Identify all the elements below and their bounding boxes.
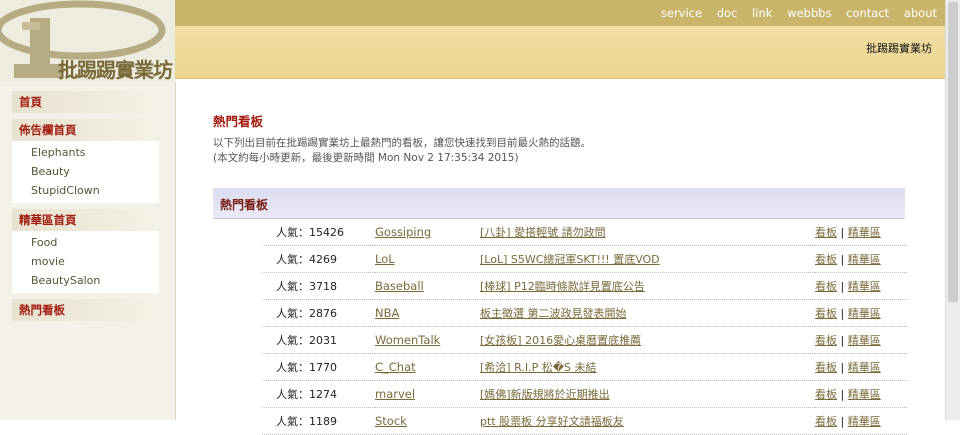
sidebar-item-beautysalon[interactable]: BeautySalon xyxy=(12,271,159,290)
page-title: 熱門看板 xyxy=(213,114,264,129)
digest-link[interactable]: 精華區 xyxy=(848,280,881,293)
board-name-link[interactable]: LoL xyxy=(375,252,395,266)
nav-link-contact[interactable]: contact xyxy=(846,6,889,20)
separator: | xyxy=(840,280,845,293)
separator: | xyxy=(840,415,845,428)
main-content: 熱門看板 以下列出目前在批踢踢實業坊上最熱門的看板，讓您快速找到目前最火熱的話題… xyxy=(176,82,945,435)
board-name-link[interactable]: NBA xyxy=(375,306,399,320)
board-row: 人氣：4269 LoL [LoL] S5WC總冠軍SKT!!! 置底VOD 看板 | … xyxy=(262,245,907,273)
sidebar-digest-index[interactable]: 精華區首頁 xyxy=(12,209,159,231)
separator: | xyxy=(840,388,845,401)
view-board-link[interactable]: 看板 xyxy=(815,307,837,320)
popularity-count: 人氣：4269 xyxy=(262,245,375,273)
site-name: 批踢踢實業坊 xyxy=(866,42,932,55)
section-title: 熱門看板 xyxy=(220,198,269,212)
page-description: 以下列出目前在批踢踢實業坊上最熱門的看板，讓您快速找到目前最火熱的話題。 xyxy=(213,137,591,149)
header-banner: 批踢踢實業坊 xyxy=(175,26,945,79)
view-board-link[interactable]: 看板 xyxy=(815,361,837,374)
hot-board-table: 人氣：15426 Gossiping [八卦] 愛搭輕號 請勿政問 看板 | 精華區人… xyxy=(262,219,907,435)
update-note: (本文約每小時更新，最後更新時間 Mon Nov 2 17:35:34 2015… xyxy=(213,152,519,164)
sidebar-item-elephants[interactable]: Elephants xyxy=(12,143,159,162)
popularity-count: 人氣：2876 xyxy=(262,299,375,327)
nav-link-service[interactable]: service xyxy=(661,6,702,20)
sidebar-hot-boards[interactable]: 熱門看板 xyxy=(12,299,159,321)
separator: | xyxy=(840,226,845,239)
digest-link[interactable]: 精華區 xyxy=(848,361,881,374)
digest-link[interactable]: 精華區 xyxy=(848,415,881,428)
view-board-link[interactable]: 看板 xyxy=(815,415,837,428)
nav-link-doc[interactable]: doc xyxy=(717,6,738,20)
board-name-link[interactable]: WomenTalk xyxy=(375,333,440,347)
hot-article-link[interactable]: [八卦] 愛搭輕號 請勿政問 xyxy=(480,226,606,239)
popularity-count: 人氣：1274 xyxy=(262,380,375,408)
sidebar-item-beauty[interactable]: Beauty xyxy=(12,162,159,181)
hot-article-link[interactable]: [LoL] S5WC總冠軍SKT!!! 置底VOD xyxy=(480,253,660,266)
view-board-link[interactable]: 看板 xyxy=(815,253,837,266)
hot-article-link[interactable]: ptt 股票板 分享好文請福板友 xyxy=(480,415,624,428)
section-header: 熱門看板 xyxy=(213,188,905,219)
digest-link[interactable]: 精華區 xyxy=(848,334,881,347)
popularity-count: 人氣：15426 xyxy=(262,219,375,246)
nav-link-webbbs[interactable]: webbbs xyxy=(787,6,831,20)
board-row: 人氣：2031 WomenTalk [女孩板] 2016愛心桌曆置底推薦 看板 | 精… xyxy=(262,326,907,354)
sidebar-board-index[interactable]: 佈告欄首頁 xyxy=(12,119,159,141)
popularity-count: 人氣：2031 xyxy=(262,326,375,354)
logo-text: 批踢踢實業坊 xyxy=(58,58,173,82)
digest-link[interactable]: 精華區 xyxy=(848,253,881,266)
hot-article-link[interactable]: [媽佛]新版規將於近期推出 xyxy=(480,388,610,401)
board-name-link[interactable]: Stock xyxy=(375,414,407,428)
hot-article-link[interactable]: 板主徵選 第二波政見發表開始 xyxy=(480,307,627,320)
popularity-count: 人氣：1189 xyxy=(262,407,375,435)
separator: | xyxy=(840,253,845,266)
board-row: 人氣：2876 NBA 板主徵選 第二波政見發表開始 看板 | 精華區 xyxy=(262,299,907,327)
top-navbar: service doc link webbbs contact about xyxy=(175,0,945,26)
hot-article-link[interactable]: [棒球] P12臨時條款詳見置底公告 xyxy=(480,280,645,293)
hot-article-link[interactable]: [希洽] R.I.P 松�S 未結 xyxy=(480,361,596,374)
digest-link[interactable]: 精華區 xyxy=(848,388,881,401)
vertical-scrollbar[interactable] xyxy=(945,0,960,420)
view-board-link[interactable]: 看板 xyxy=(815,388,837,401)
board-row: 人氣：15426 Gossiping [八卦] 愛搭輕號 請勿政問 看板 | 精華區 xyxy=(262,219,907,246)
board-row: 人氣：1274 marvel [媽佛]新版規將於近期推出 看板 | 精華區 xyxy=(262,380,907,408)
sidebar-digest-list: Food movie BeautySalon xyxy=(12,231,159,293)
popularity-count: 人氣：1770 xyxy=(262,353,375,381)
scrollbar-thumb[interactable] xyxy=(948,2,958,302)
board-row: 人氣：1770 C_Chat [希洽] R.I.P 松�S 未結 看板 | 精華區 xyxy=(262,353,907,381)
nav-link-link[interactable]: link xyxy=(752,6,772,20)
digest-link[interactable]: 精華區 xyxy=(848,226,881,239)
view-board-link[interactable]: 看板 xyxy=(815,226,837,239)
view-board-link[interactable]: 看板 xyxy=(815,334,837,347)
popularity-count: 人氣：3718 xyxy=(262,272,375,300)
top-nav-links: service doc link webbbs contact about xyxy=(650,6,937,20)
sidebar-home[interactable]: 首頁 xyxy=(12,91,159,113)
separator: | xyxy=(840,361,845,374)
sidebar-item-stupidclown[interactable]: StupidClown xyxy=(12,181,159,200)
sidebar-item-food[interactable]: Food xyxy=(12,233,159,252)
site-logo[interactable]: 批踢踢實業坊 xyxy=(0,0,175,82)
hot-article-link[interactable]: [女孩板] 2016愛心桌曆置底推薦 xyxy=(480,334,641,347)
board-row: 人氣：1189 Stock ptt 股票板 分享好文請福板友 看板 | 精華區 xyxy=(262,407,907,435)
board-name-link[interactable]: C_Chat xyxy=(375,360,416,374)
digest-link[interactable]: 精華區 xyxy=(848,307,881,320)
sidebar-item-movie[interactable]: movie xyxy=(12,252,159,271)
sidebar-board-list: Elephants Beauty StupidClown xyxy=(12,141,159,203)
board-row: 人氣：3718 Baseball [棒球] P12臨時條款詳見置底公告 看板 | 精華… xyxy=(262,272,907,300)
view-board-link[interactable]: 看板 xyxy=(815,280,837,293)
board-name-link[interactable]: marvel xyxy=(375,387,415,401)
board-name-link[interactable]: Baseball xyxy=(375,279,424,293)
nav-link-about[interactable]: about xyxy=(904,6,937,20)
separator: | xyxy=(840,334,845,347)
board-name-link[interactable]: Gossiping xyxy=(375,225,431,239)
sidebar: 首頁 佈告欄首頁 Elephants Beauty StupidClown 精華… xyxy=(0,82,176,420)
separator: | xyxy=(840,307,845,320)
